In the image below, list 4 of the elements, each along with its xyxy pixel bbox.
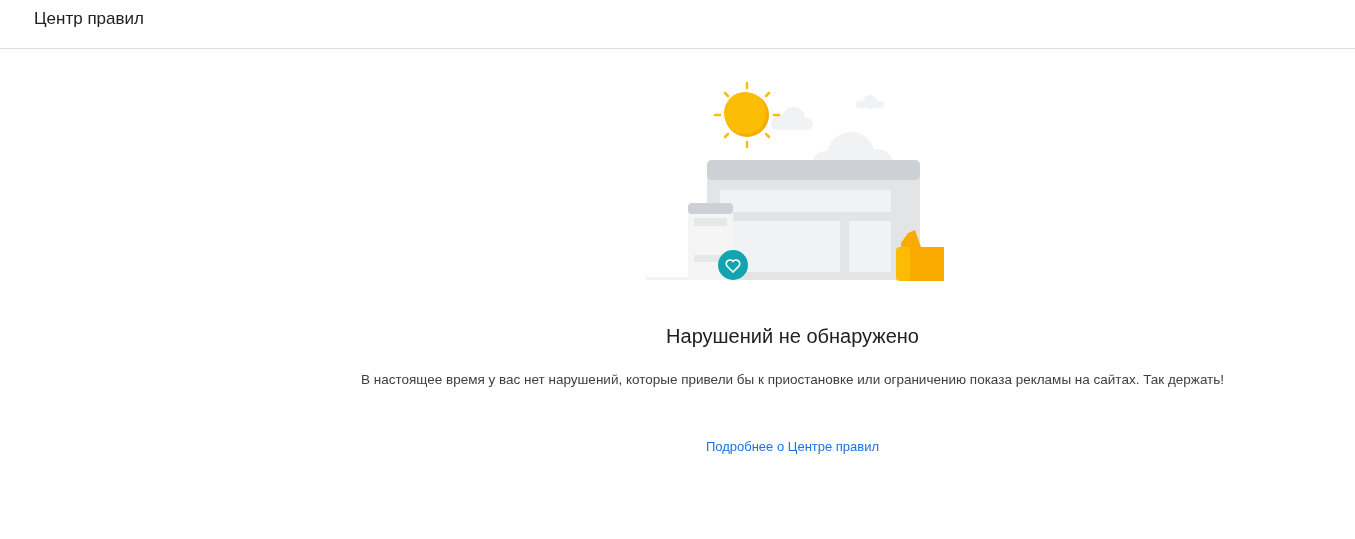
- learn-more-link[interactable]: Подробнее о Центре правил: [705, 439, 880, 454]
- page-title: Центр правил: [34, 9, 144, 29]
- empty-state-message: В настоящее время у вас нет нарушений, которые привели бы к приостановке или ограничению показа рекламы на сайтах. Так держать!: [360, 372, 1225, 387]
- empty-state-heading: Нарушений не обнаружено: [666, 325, 919, 348]
